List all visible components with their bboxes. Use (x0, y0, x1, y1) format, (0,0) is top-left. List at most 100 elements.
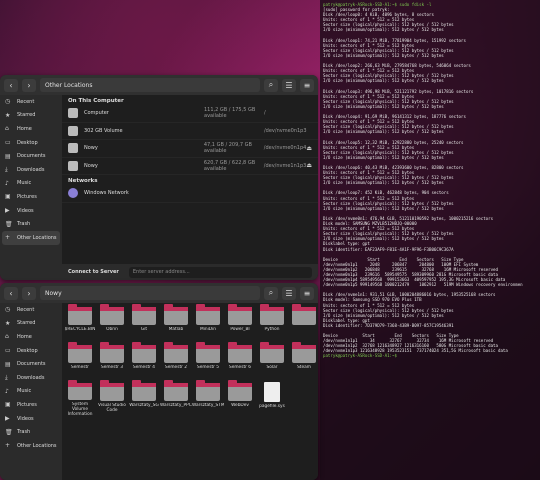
search-button[interactable]: ⌕ (264, 78, 278, 92)
sidebar-item-trash[interactable]: 🗑 Trash (0, 425, 62, 439)
folder-item[interactable]: Semestr 2 (160, 342, 192, 379)
sidebar-item-videos[interactable]: ▶ Videos (0, 204, 62, 218)
sidebar-item-desktop[interactable]: ▭ Desktop (0, 136, 62, 150)
folder-item[interactable]: Obrin (96, 304, 128, 341)
folder-item[interactable]: MiniDin (192, 304, 224, 341)
menu-button[interactable]: ≡ (300, 78, 314, 92)
folder-item[interactable]: $RECYCLE.BIN (64, 304, 96, 341)
sidebar-item-starred[interactable]: ★ Starred (0, 317, 62, 331)
sidebar-item-recent[interactable]: ◷ Recent (0, 303, 62, 317)
folder-item[interactable]: WebDev (224, 380, 256, 417)
search-button[interactable]: ⌕ (264, 286, 278, 300)
folder-item[interactable]: Matlab (160, 304, 192, 341)
sidebar-item-trash[interactable]: 🗑 Trash (0, 217, 62, 231)
sidebar-item-home[interactable]: ⌂ Home (0, 122, 62, 136)
forward-button[interactable]: › (22, 78, 36, 92)
sidebar-item-label: Desktop (17, 347, 38, 354)
trash-icon: 🗑 (5, 428, 13, 436)
sidebar-item-music[interactable]: ♪ Music (0, 177, 62, 191)
folder-item[interactable]: Warsztaty_PPCA (160, 380, 192, 417)
sidebar-item-other-locations[interactable]: + Other Locations (0, 439, 62, 453)
folder-icon (100, 304, 124, 325)
home-icon: ⌂ (5, 333, 9, 341)
sidebar-item-starred[interactable]: ★ Starred (0, 109, 62, 123)
plus-icon: + (5, 234, 11, 242)
location-row[interactable]: Nowy 620,7 GB / 622,8 GB available/dev/nv… (62, 158, 318, 175)
folder-icon (196, 380, 220, 401)
sidebar-item-other-locations[interactable]: + Other Locations (2, 230, 60, 245)
download-icon: ⤓ (5, 373, 8, 381)
folder-item[interactable]: Semestr 3 (96, 342, 128, 379)
sidebar-item-pictures[interactable]: ▣ Pictures (0, 190, 62, 204)
locations-list: On This Computer Computer 111,2 GB / 175,… (62, 95, 318, 280)
folder-item[interactable]: Python (256, 304, 288, 341)
item-label: Warsztaty_STM32 (192, 403, 224, 408)
sidebar-item-label: Other Locations (17, 442, 57, 449)
sidebar-item-videos[interactable]: ▶ Videos (0, 412, 62, 426)
sidebar-item-documents[interactable]: ▤ Documents (0, 149, 62, 163)
path-bar[interactable]: Nowy (40, 286, 260, 300)
folder-item[interactable]: Warsztaty_STM32 (192, 380, 224, 417)
eject-icon[interactable]: ⏏ (306, 145, 312, 152)
path-bar[interactable]: Other Locations (40, 78, 260, 92)
eject-icon[interactable]: ⏏ (306, 162, 312, 169)
folder-item[interactable]: Visual Studio Code (96, 380, 128, 417)
folder-icon (100, 380, 124, 401)
document-icon: ▤ (5, 360, 11, 368)
folder-item[interactable]: System Volume Information (64, 379, 96, 417)
network-row[interactable]: Windows Network (62, 185, 318, 203)
location-row[interactable]: 302 GB Volume/dev/nvme0n1p3 (62, 123, 318, 140)
folder-grid: $RECYCLE.BIN Obrin Git Matlab MiniDin Power_B… (64, 304, 318, 417)
sidebar-item-downloads[interactable]: ⤓ Downloads (0, 371, 62, 385)
terminal-window[interactable]: patryk@patryk-ASRock-SSD-A1:~$ sudo fdis… (320, 0, 540, 480)
sidebar-item-music[interactable]: ♪ Music (0, 385, 62, 399)
item-label: Steam (297, 365, 311, 370)
view-button[interactable]: ☰ (282, 78, 296, 92)
sidebar-item-label: Videos (17, 207, 34, 214)
folder-item[interactable]: Warsztaty_SG (128, 380, 160, 417)
folder-item[interactable]: Git (128, 304, 160, 341)
item-label: Python (264, 327, 280, 332)
section-on-this-computer: On This Computer (68, 98, 124, 104)
location-row[interactable]: Nowy 47,1 GB / 209,7 GB available/dev/nvm… (62, 140, 318, 158)
header-bar: ‹ › Nowy ⌕ ☰ ≡ (0, 283, 318, 303)
folder-item[interactable]: Semestr 4 (128, 342, 160, 379)
folder-item[interactable]: Power_BI (224, 304, 256, 341)
item-label: Semestr 6 (229, 365, 251, 370)
sidebar-item-label: Recent (17, 306, 35, 313)
item-label: Semestr (71, 365, 89, 370)
folder-item[interactable]: Steam (288, 342, 318, 379)
sidebar-item-label: Starred (17, 320, 36, 327)
folder-icon (292, 342, 316, 363)
forward-button[interactable]: › (22, 286, 36, 300)
sidebar-item-documents[interactable]: ▤ Documents (0, 357, 62, 371)
folder-icon (68, 304, 92, 325)
sidebar-item-recent[interactable]: ◷ Recent (0, 95, 62, 109)
item-label: Warsztaty_SG (129, 403, 159, 408)
folder-item[interactable]: Semestr 6 (224, 342, 256, 379)
sidebar-item-desktop[interactable]: ▭ Desktop (0, 344, 62, 358)
file-item[interactable]: pagefile.sys (256, 381, 288, 417)
menu-button[interactable]: ≡ (300, 286, 314, 300)
sidebar-item-downloads[interactable]: ⤓ Downloads (0, 163, 62, 177)
folder-item[interactable] (288, 304, 318, 341)
sidebar-item-label: Music (17, 388, 32, 395)
sidebar-item-pictures[interactable]: ▣ Pictures (0, 398, 62, 412)
star-icon: ★ (5, 111, 11, 119)
server-address-input[interactable]: Enter server address... (128, 266, 312, 278)
folder-item[interactable]: Semestr 5 (192, 342, 224, 379)
file-icon (264, 382, 280, 402)
back-button[interactable]: ‹ (4, 286, 18, 300)
location-row[interactable]: Computer 111,2 GB / 175,5 GB available / (62, 105, 318, 123)
folder-item[interactable]: Semestr (64, 342, 96, 379)
folder-item[interactable]: Solar (256, 342, 288, 379)
location-size: 47,1 GB / 209,7 GB available (203, 142, 252, 155)
sidebar-item-label: Home (17, 333, 32, 340)
sidebar-item-label: Documents (17, 361, 46, 368)
sidebar-item-home[interactable]: ⌂ Home (0, 330, 62, 344)
download-icon: ⤓ (5, 165, 8, 173)
sidebar-item-label: Documents (17, 153, 46, 160)
item-label: Solar (266, 365, 278, 370)
back-button[interactable]: ‹ (4, 78, 18, 92)
view-button[interactable]: ☰ (282, 286, 296, 300)
